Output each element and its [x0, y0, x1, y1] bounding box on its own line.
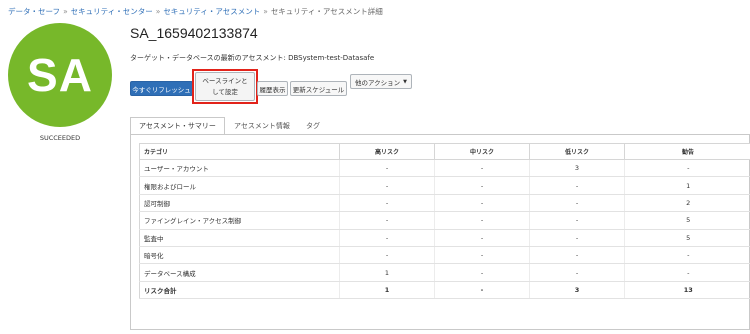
baseline-label-line2: して設定	[212, 87, 238, 96]
cell-advisory: 5	[624, 229, 750, 247]
column-header-category[interactable]: カテゴリ	[139, 143, 340, 160]
breadcrumb-current: セキュリティ・アセスメント詳細	[270, 7, 383, 16]
more-actions-label: 他のアクション	[354, 78, 401, 87]
cell-high: -	[339, 229, 435, 247]
cell-high: -	[339, 159, 435, 178]
cell-low: -	[529, 194, 625, 213]
cell-medium: -	[434, 229, 530, 247]
cell-advisory: -	[624, 159, 750, 178]
cell-category: ユーザー・アカウント	[139, 159, 340, 178]
table-row: ファイングレイン・アクセス制御 - - - 5	[139, 211, 750, 230]
view-history-button[interactable]: 履歴表示	[257, 81, 288, 96]
risk-summary-table: カテゴリ 高リスク 中リスク 低リスク 勧告 ユーザー・アカウント - - 3 …	[139, 143, 750, 300]
tab-tags[interactable]: タグ	[298, 117, 328, 135]
refresh-now-button[interactable]: 今すぐリフレッシュ	[130, 81, 193, 96]
table-total-row: リスク合計 1 - 3 13	[139, 281, 750, 300]
cell-category: ファイングレイン・アクセス制御	[139, 211, 340, 230]
column-header-high-risk[interactable]: 高リスク	[339, 143, 435, 160]
cell-low: -	[529, 176, 625, 195]
more-actions-button[interactable]: 他のアクション ▼	[350, 74, 412, 89]
breadcrumb-data-safe[interactable]: データ・セーフ	[8, 7, 60, 16]
column-header-low-risk[interactable]: 低リスク	[529, 143, 625, 160]
baseline-label-line1: ベースラインと	[202, 76, 248, 85]
cell-advisory: 1	[624, 176, 750, 195]
latest-assessment-info: ターゲット・データベースの最新のアセスメント: DBSystem-test-Da…	[130, 54, 375, 62]
cell-medium: -	[434, 246, 530, 265]
cell-category: データベース構成	[139, 263, 340, 282]
breadcrumb-separator: »	[263, 7, 268, 16]
cell-advisory: 5	[624, 211, 750, 230]
table-row: 権限およびロール - - - 1	[139, 176, 750, 195]
breadcrumb: データ・セーフ» セキュリティ・センター» セキュリティ・アセスメント» セキュリティ…	[8, 6, 383, 17]
cell-high: -	[339, 211, 435, 230]
cell-category: 監査中	[139, 229, 340, 247]
summary-panel: カテゴリ 高リスク 中リスク 低リスク 勧告 ユーザー・アカウント - - 3 …	[130, 134, 750, 330]
cell-category: 認可制御	[139, 194, 340, 213]
breadcrumb-separator: »	[155, 7, 161, 16]
table-row: データベース構成 1 - - -	[139, 263, 750, 282]
cell-total-high: 1	[339, 281, 435, 300]
cell-medium: -	[434, 176, 530, 195]
tab-bar: アセスメント・サマリー アセスメント情報 タグ	[130, 117, 750, 135]
cell-total-advisory: 13	[624, 281, 750, 300]
tab-assessment-info[interactable]: アセスメント情報	[226, 117, 298, 135]
cell-advisory: -	[624, 263, 750, 282]
set-as-baseline-button[interactable]: ベースラインと して設定	[195, 72, 255, 101]
breadcrumb-security-assessment[interactable]: セキュリティ・アセスメント	[163, 7, 260, 16]
cell-low: -	[529, 211, 625, 230]
cell-low: -	[529, 263, 625, 282]
chevron-down-icon: ▼	[403, 78, 408, 85]
table-header-row: カテゴリ 高リスク 中リスク 低リスク 勧告	[139, 143, 750, 160]
table-row: 監査中 - - - 5	[139, 229, 750, 247]
cell-medium: -	[434, 263, 530, 282]
breadcrumb-separator: »	[63, 7, 68, 16]
cell-category: 暗号化	[139, 246, 340, 265]
table-row: 認可制御 - - - 2	[139, 194, 750, 213]
cell-category: 権限およびロール	[139, 176, 340, 195]
status-label: SUCCEEDED	[39, 134, 81, 142]
cell-high: -	[339, 176, 435, 195]
table-row: ユーザー・アカウント - - 3 -	[139, 159, 750, 178]
page-title: SA_1659402133874	[130, 25, 258, 41]
column-header-advisory[interactable]: 勧告	[624, 143, 750, 160]
breadcrumb-security-center[interactable]: セキュリティ・センター	[71, 7, 153, 16]
cell-low: 3	[529, 159, 625, 178]
cell-medium: -	[434, 211, 530, 230]
avatar: SA	[8, 23, 112, 127]
cell-total-label: リスク合計	[139, 281, 340, 300]
cell-advisory: -	[624, 246, 750, 265]
table-row: 暗号化 - - - -	[139, 246, 750, 265]
tab-assessment-summary[interactable]: アセスメント・サマリー	[130, 117, 225, 135]
cell-low: -	[529, 229, 625, 247]
cell-medium: -	[434, 194, 530, 213]
cell-high: -	[339, 194, 435, 213]
cell-total-low: 3	[529, 281, 625, 300]
cell-medium: -	[434, 159, 530, 178]
cell-high: 1	[339, 263, 435, 282]
cell-advisory: 2	[624, 194, 750, 213]
cell-high: -	[339, 246, 435, 265]
column-header-medium-risk[interactable]: 中リスク	[434, 143, 530, 160]
cell-low: -	[529, 246, 625, 265]
cell-total-medium: -	[434, 281, 530, 300]
update-schedule-button[interactable]: 更新スケジュール	[290, 81, 347, 96]
